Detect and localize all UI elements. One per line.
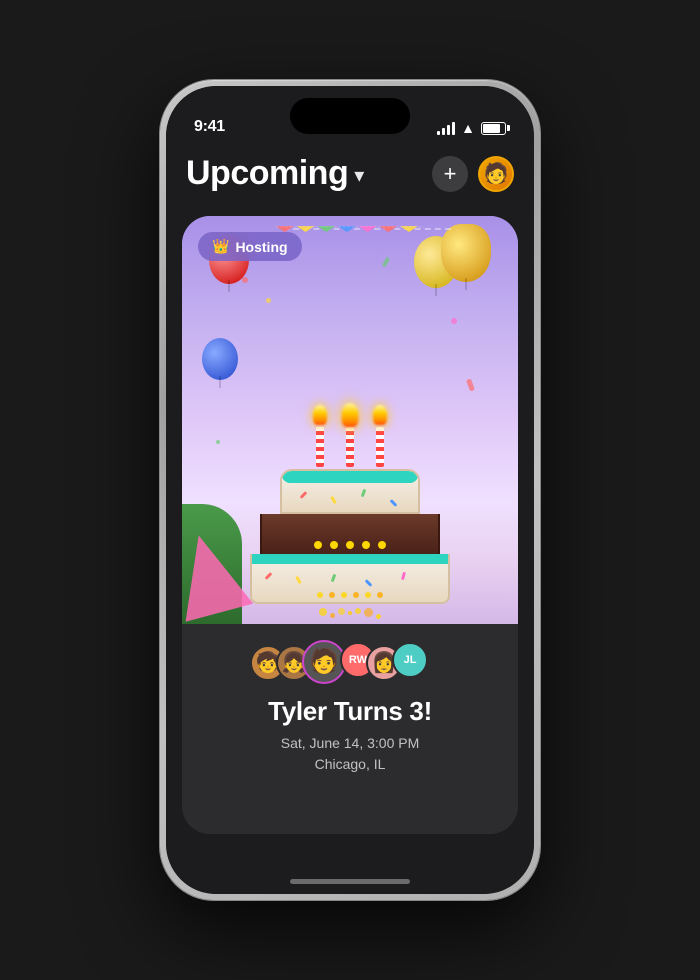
header-actions: + 🧑 xyxy=(432,156,514,192)
event-date-text: Sat, June 14, 3:00 PM xyxy=(281,735,420,751)
attendee-initials-jl: JL xyxy=(404,654,417,666)
event-title: Tyler Turns 3! xyxy=(268,696,432,727)
hosting-badge: 👑 Hosting xyxy=(198,232,302,261)
candle-3 xyxy=(373,405,387,467)
app-screen: 9:41 ▲ Upcoming xyxy=(166,86,534,894)
user-avatar-emoji: 🧑 xyxy=(484,161,509,186)
phone-outer: 9:41 ▲ Upcoming xyxy=(160,80,540,900)
avatar-button[interactable]: 🧑 xyxy=(478,156,514,192)
card-image: 👑 Hosting xyxy=(182,216,518,624)
status-time: 9:41 xyxy=(194,118,225,136)
hosting-label: Hosting xyxy=(235,239,287,255)
status-icons: ▲ xyxy=(437,120,506,136)
cake-top-tier xyxy=(280,469,420,514)
header-title-group[interactable]: Upcoming ▾ xyxy=(186,154,364,193)
event-location-text: Chicago, IL xyxy=(315,756,386,772)
card-info: 🧒 👧 🧑 RW xyxy=(182,624,518,834)
candles xyxy=(313,405,387,467)
plus-icon: + xyxy=(444,161,457,187)
home-indicator xyxy=(290,879,410,884)
attendee-avatar-jl: JL xyxy=(392,642,428,678)
flame-1 xyxy=(313,405,327,425)
candle-body-3 xyxy=(376,427,384,467)
signal-icon xyxy=(437,121,455,135)
avatars-cluster: 🧒 👧 🧑 RW xyxy=(250,638,450,688)
event-details: Sat, June 14, 3:00 PM Chicago, IL xyxy=(281,733,420,775)
crown-icon: 👑 xyxy=(212,238,229,255)
phone-inner: 9:41 ▲ Upcoming xyxy=(166,86,534,894)
candle-body-2 xyxy=(346,427,354,467)
cake-bottom-tier xyxy=(250,554,450,604)
candle-2 xyxy=(343,405,357,467)
event-card[interactable]: 👑 Hosting 🧒 👧 xyxy=(182,216,518,834)
page-title: Upcoming xyxy=(186,154,348,193)
cake-container xyxy=(250,405,450,624)
cake-mid-tier xyxy=(260,514,440,554)
chevron-down-icon: ▾ xyxy=(354,163,364,188)
add-button[interactable]: + xyxy=(432,156,468,192)
flame-2 xyxy=(342,403,359,427)
candle-1 xyxy=(313,405,327,467)
wifi-icon: ▲ xyxy=(461,120,475,136)
battery-icon xyxy=(481,122,506,135)
candle-body-1 xyxy=(316,427,324,467)
flame-3 xyxy=(373,405,387,425)
attendee-initials-rw: RW xyxy=(349,654,367,666)
app-header: Upcoming ▾ + 🧑 xyxy=(166,144,534,207)
dynamic-island xyxy=(290,98,410,134)
